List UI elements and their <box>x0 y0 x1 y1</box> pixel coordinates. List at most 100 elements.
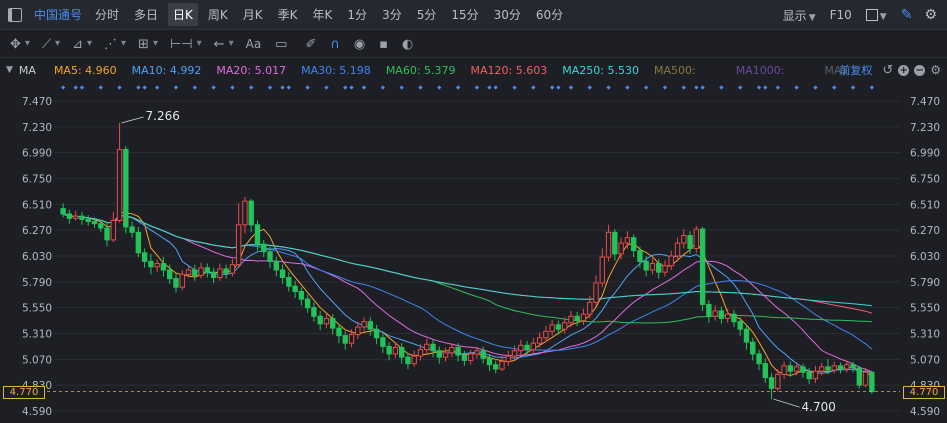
ray-icon[interactable]: ⊿ <box>72 38 83 51</box>
ma-item-9[interactable]: MA1000: <box>736 64 785 77</box>
ma-item-4[interactable]: MA30: 5.198 <box>301 64 371 77</box>
candle-body <box>712 310 718 317</box>
chevron-down-icon[interactable]: ▾ <box>87 39 92 49</box>
zoom-out-icon[interactable]: − <box>914 64 926 76</box>
tab-period-13[interactable]: 60分 <box>531 3 568 26</box>
chevron-down-icon[interactable]: ▾ <box>197 39 202 49</box>
candle-body <box>135 231 142 254</box>
ma-item-1[interactable]: MA5: 4.960 <box>54 64 117 77</box>
candle-body <box>141 252 148 262</box>
candle-body <box>862 371 869 386</box>
event-marker-icon <box>155 85 160 90</box>
candle-body <box>518 344 524 352</box>
magnet-icon[interactable]: ∩ <box>330 38 340 51</box>
tab-period-8[interactable]: 1分 <box>342 3 372 26</box>
trash-icon[interactable]: ▪ <box>379 38 388 51</box>
candle-body <box>812 370 819 380</box>
toggle-icon[interactable]: ◐ <box>402 38 413 51</box>
candle-body <box>405 356 411 365</box>
event-marker-icon <box>267 85 273 90</box>
event-marker-icon <box>136 85 141 90</box>
event-marker-icon <box>694 85 699 90</box>
event-marker-icon <box>73 85 78 90</box>
chevron-down-icon[interactable]: ▾ <box>153 39 158 49</box>
candle-body <box>574 315 580 322</box>
tab-period-5[interactable]: 月K <box>238 3 268 26</box>
candle-body <box>204 267 211 273</box>
candle-body <box>386 345 392 355</box>
candle-body <box>837 365 844 370</box>
candle-body <box>499 360 505 370</box>
price-tick-right: 5.070 <box>910 354 940 366</box>
chevron-down-icon[interactable]: ▾ <box>121 39 126 49</box>
crosshair-icon[interactable]: ✥ <box>10 38 21 51</box>
candle-body <box>724 313 731 319</box>
tab-period-10[interactable]: 5分 <box>412 3 442 26</box>
candle-body <box>656 263 662 273</box>
eye-icon[interactable]: ◉ <box>354 38 365 51</box>
tab-period-12[interactable]: 30分 <box>489 3 526 26</box>
event-marker-icon <box>455 85 461 90</box>
event-marker-icon <box>142 85 147 90</box>
price-tick-right: 5.310 <box>910 329 940 341</box>
candle-body <box>599 256 605 284</box>
chevron-down-icon[interactable]: ▾ <box>25 39 30 49</box>
candle-body <box>292 285 298 293</box>
adjust-button[interactable]: 前复权 <box>839 62 872 78</box>
undo-icon[interactable]: ↺ <box>882 63 893 78</box>
ma-item-3[interactable]: MA20: 5.017 <box>216 64 286 77</box>
tab-period-3[interactable]: 日K <box>168 3 198 26</box>
ma-item-7[interactable]: MA250: 5.530 <box>562 64 639 77</box>
ma-title: MA <box>18 63 36 77</box>
candle-body <box>530 342 537 351</box>
eraser-icon[interactable]: ✐ <box>305 38 316 51</box>
range-icon[interactable]: ⊢⊣ <box>170 38 193 51</box>
tab-period-11[interactable]: 15分 <box>446 3 483 26</box>
gear-icon[interactable]: ⚙ <box>930 63 941 77</box>
event-marker-icon <box>305 85 310 90</box>
event-marker-icon <box>349 85 354 90</box>
candle-body <box>781 365 787 375</box>
price-tick-right: 7.230 <box>910 122 940 134</box>
ma-item-5[interactable]: MA60: 5.379 <box>386 64 456 77</box>
chevron-down-icon[interactable]: ▾ <box>55 39 60 49</box>
tab-period-6[interactable]: 季K <box>273 3 303 26</box>
line-icon[interactable]: ⟋ <box>42 38 51 51</box>
f10-button[interactable]: F10 <box>830 8 852 22</box>
price-tick-left: 5.070 <box>22 354 52 366</box>
grid-icon[interactable]: ⊞ <box>138 38 149 51</box>
layout-toggle-icon[interactable] <box>0 0 30 30</box>
candle-body <box>123 148 129 228</box>
stock-name[interactable]: 中国通号 <box>34 6 82 23</box>
candle-body <box>731 313 737 323</box>
text-icon[interactable]: Aa <box>246 38 262 50</box>
event-marker-icon <box>343 85 348 90</box>
tab-period-1[interactable]: 分时 <box>90 3 124 26</box>
arrow-left-icon[interactable]: ← <box>214 38 225 51</box>
comment-icon[interactable]: ▭ <box>275 38 287 51</box>
tab-period-7[interactable]: 年K <box>308 3 338 26</box>
kline-chart[interactable]: 7.470 7.470 7.230 7.230 6.990 6.990 6.750 6.750… <box>0 82 947 423</box>
zoom-in-icon[interactable]: + <box>898 64 910 76</box>
candle-body <box>593 282 599 303</box>
tab-period-9[interactable]: 3分 <box>377 3 407 26</box>
tab-period-2[interactable]: 多日 <box>129 3 163 26</box>
candle-body <box>179 273 185 288</box>
ma-item-2[interactable]: MA10: 4.992 <box>132 64 202 77</box>
event-marker-icon <box>380 85 385 90</box>
collapse-icon[interactable]: ▼ <box>6 65 13 75</box>
wave-icon[interactable]: ⋰ <box>104 38 117 51</box>
candle-body <box>167 269 173 280</box>
current-price-tag-left: 4.770 <box>3 386 45 399</box>
pen-icon[interactable]: ✎ <box>901 7 913 23</box>
display-menu[interactable]: 显示 ▼ <box>783 7 816 24</box>
chevron-down-icon[interactable]: ▾ <box>229 39 234 49</box>
ma-item-6[interactable]: MA120: 5.603 <box>471 64 548 77</box>
tab-period-4[interactable]: 周K <box>203 3 233 26</box>
candle-body <box>806 371 812 380</box>
frame-toggle[interactable]: ▼ <box>865 8 887 22</box>
ma-item-8[interactable]: MA500: <box>654 64 696 77</box>
event-marker-icon <box>606 85 611 90</box>
candle-body <box>273 260 279 271</box>
settings-icon[interactable]: ⚙ <box>924 7 937 23</box>
